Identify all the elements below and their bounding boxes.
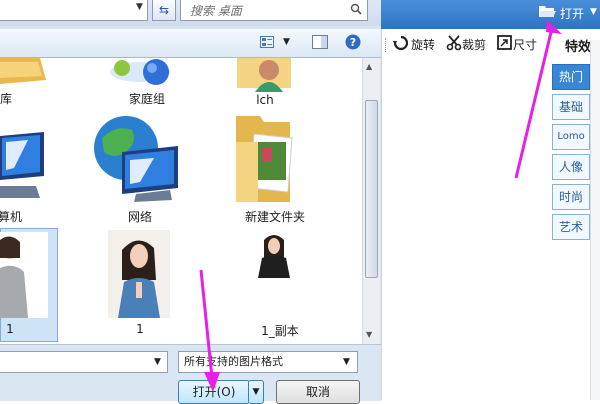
annotation-arrow-open-menu	[514, 27, 554, 179]
annotation-arrow-open-button	[199, 269, 214, 379]
annotation-arrowhead-top	[546, 20, 562, 34]
annotation-arrowhead-bottom	[204, 372, 220, 392]
annotation-arrows	[199, 20, 562, 392]
